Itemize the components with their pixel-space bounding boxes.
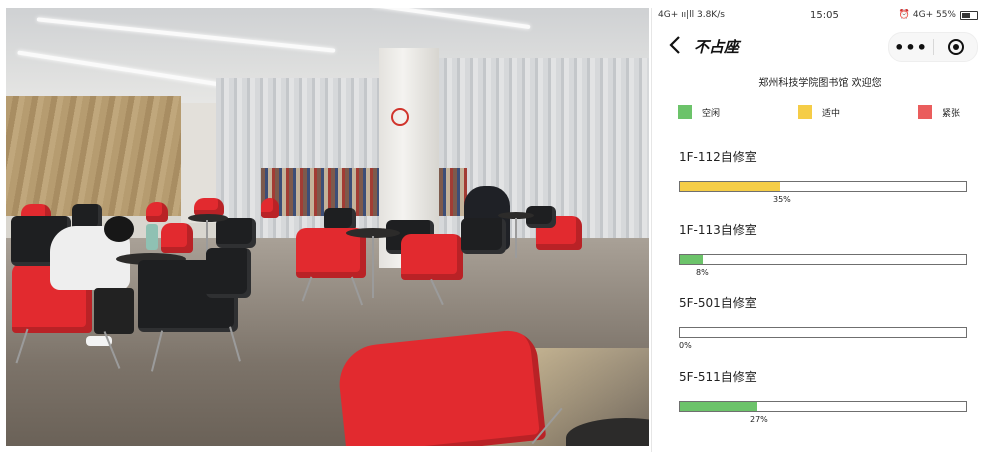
more-icon: ••• — [894, 37, 928, 57]
legend-item-moderate: 适中 — [798, 105, 840, 119]
black-chair — [461, 218, 506, 254]
water-bottle — [146, 224, 158, 250]
status-right-text: ⏰ 4G+ 55% — [898, 10, 956, 20]
occupancy-fill — [680, 255, 703, 264]
occupancy-percent: 8% — [696, 268, 709, 277]
phone-screen: 4G+ ıı|ll 3.8K/s 15:05 ⏰ 4G+ 55% 不占座 •••… — [651, 8, 987, 452]
room-item[interactable]: 5F-501自修室 0% — [679, 295, 969, 350]
legend-label-free: 空闲 — [702, 108, 721, 119]
nav-bar: 不占座 ••• — [652, 30, 987, 62]
library-photo — [6, 8, 649, 446]
room-item[interactable]: 1F-113自修室 8% — [679, 222, 969, 277]
no-smoking-sign — [391, 108, 409, 126]
room-item[interactable]: 1F-112自修室 35% — [679, 149, 969, 204]
book-shelf — [439, 168, 467, 216]
round-table — [188, 214, 228, 222]
red-chair — [261, 198, 279, 218]
chevron-left-icon — [669, 36, 680, 54]
red-chair — [146, 202, 168, 222]
wood-wall-panel — [6, 96, 181, 216]
red-chair-foreground — [335, 327, 547, 446]
table-leg — [372, 236, 374, 298]
close-miniprogram-button[interactable] — [934, 33, 977, 61]
student-head — [104, 216, 134, 242]
black-chair — [216, 218, 256, 248]
more-button[interactable]: ••• — [889, 33, 933, 61]
room-name: 1F-113自修室 — [679, 223, 757, 237]
page-title: 不占座 — [694, 38, 740, 56]
occupancy-percent: 27% — [750, 415, 768, 424]
occupancy-percent: 35% — [773, 195, 791, 204]
capsule-menu: ••• — [888, 32, 978, 62]
table-leg — [515, 218, 517, 258]
legend-label-busy: 紧张 — [942, 108, 961, 119]
red-chair — [401, 234, 463, 280]
student-pants — [94, 288, 134, 334]
legend-swatch-busy — [918, 105, 932, 119]
occupancy-bar — [679, 327, 967, 338]
welcome-text: 郑州科技学院图书馆 欢迎您 — [758, 78, 882, 89]
occupancy-fill — [680, 182, 780, 191]
occupancy-fill — [680, 402, 757, 411]
occupancy-percent: 0% — [679, 341, 692, 350]
clock: 15:05 — [810, 10, 839, 21]
status-right-group: ⏰ 4G+ 55% — [899, 10, 978, 20]
network-status: 4G+ ıı|ll 3.8K/s — [658, 10, 725, 20]
room-item[interactable]: 5F-511自修室 27% — [679, 369, 969, 424]
back-button[interactable] — [666, 34, 686, 56]
occupancy-bar — [679, 254, 967, 265]
red-chair — [161, 223, 193, 253]
status-bar: 4G+ ıı|ll 3.8K/s 15:05 ⏰ 4G+ 55% — [652, 8, 987, 24]
occupancy-bar — [679, 181, 967, 192]
occupancy-bar — [679, 401, 967, 412]
room-name: 1F-112自修室 — [679, 150, 757, 164]
legend-swatch-free — [678, 105, 692, 119]
legend-item-busy: 紧张 — [918, 105, 960, 119]
room-name: 5F-501自修室 — [679, 296, 757, 310]
room-name: 5F-511自修室 — [679, 370, 757, 384]
legend: 空闲 适中 紧张 — [678, 105, 968, 121]
legend-item-free: 空闲 — [678, 105, 720, 119]
target-close-icon — [947, 39, 964, 55]
legend-swatch-moderate — [798, 105, 812, 119]
battery-icon — [960, 10, 978, 20]
black-chair — [206, 248, 251, 298]
legend-label-moderate: 适中 — [822, 108, 841, 119]
